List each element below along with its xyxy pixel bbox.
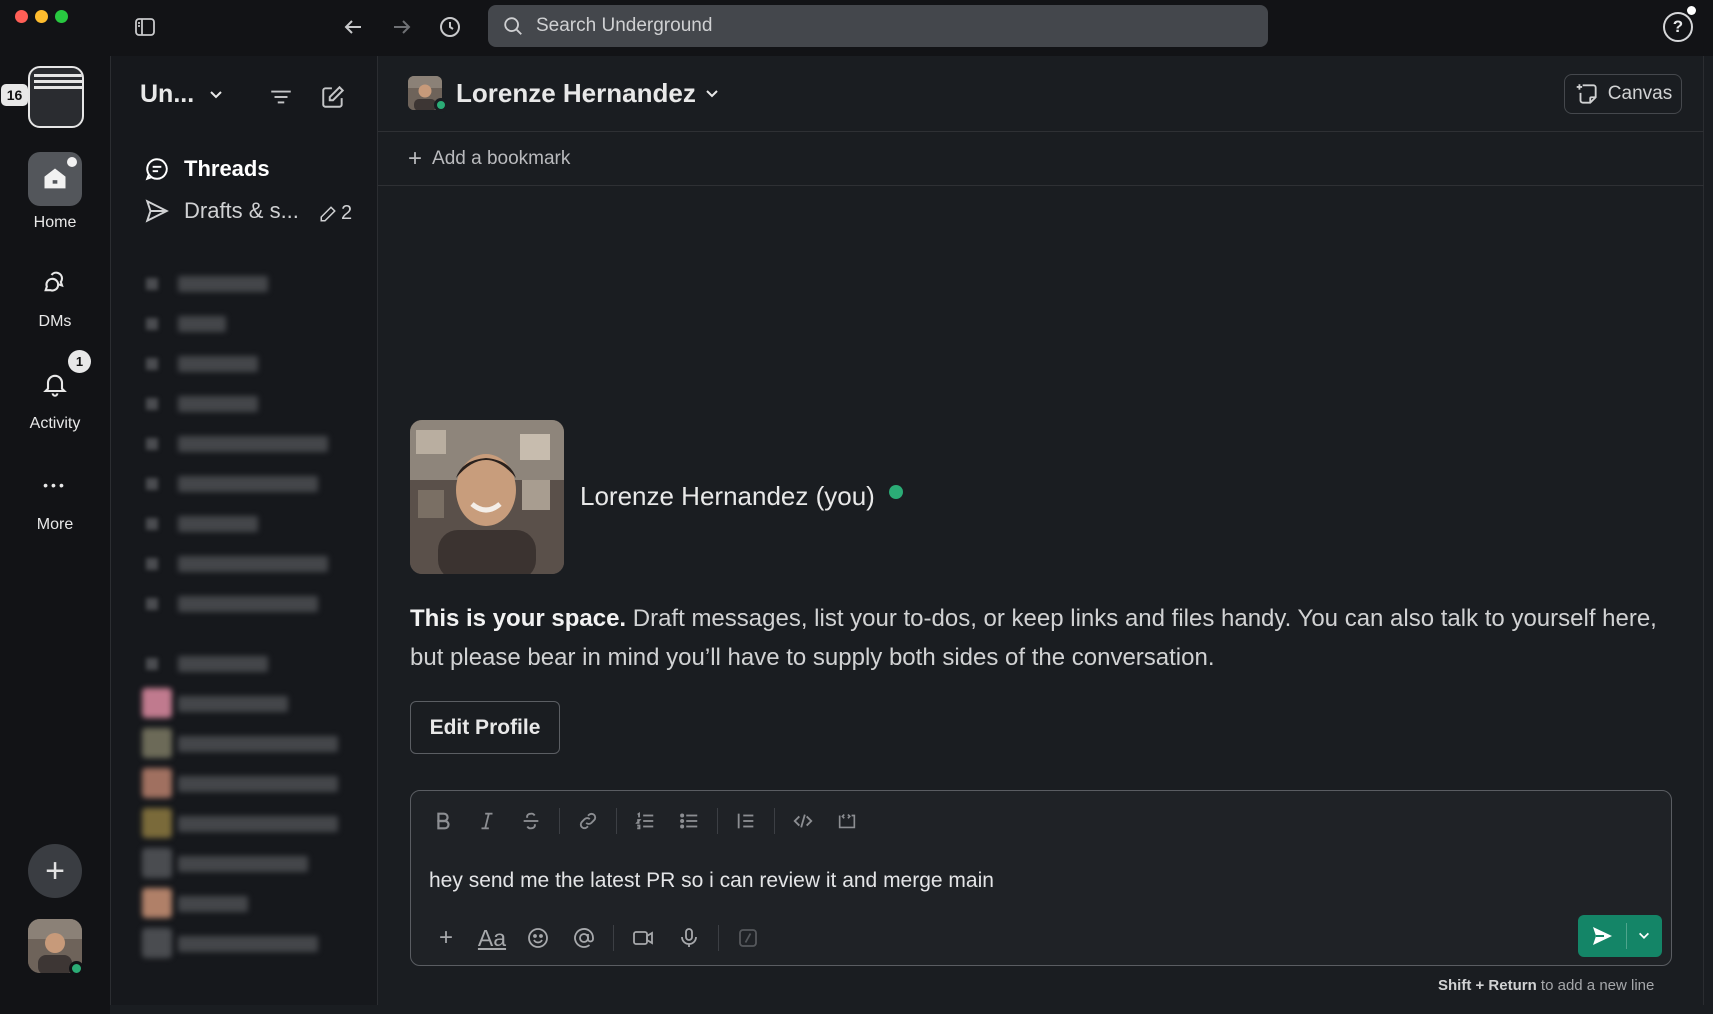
status-online-dot [888, 484, 903, 499]
window-minimize-button[interactable] [35, 10, 48, 23]
send-options-button[interactable] [1627, 915, 1661, 957]
edit-profile-button[interactable]: Edit Profile [410, 701, 560, 754]
channel-title-text: Lorenze Hernandez [456, 78, 696, 108]
rail-dms[interactable]: DMs [0, 255, 110, 331]
add-workspace-button[interactable]: + [28, 844, 82, 898]
strikethrough-icon[interactable] [509, 803, 553, 839]
chevron-down-icon [210, 90, 222, 98]
profile-photo[interactable] [410, 420, 564, 574]
send-button[interactable] [1578, 915, 1626, 957]
plus-icon: + [408, 144, 423, 172]
plus-icon: + [45, 851, 65, 890]
canvas-icon [1576, 84, 1597, 104]
microphone-icon[interactable] [666, 919, 712, 957]
message-input[interactable]: hey send me the latest PR so i can revie… [429, 869, 994, 893]
rail-more[interactable]: ••• More [0, 458, 110, 534]
add-bookmark-button[interactable]: + Add a bookmark [378, 132, 1704, 186]
channel-title[interactable]: Lorenze Hernandez [456, 78, 720, 109]
video-icon[interactable] [620, 919, 666, 957]
nav-threads[interactable]: Threads [144, 156, 270, 182]
arrow-left-icon[interactable] [338, 12, 368, 42]
history-icon[interactable] [435, 12, 465, 42]
window-close-button[interactable] [15, 10, 28, 23]
window-zoom-button[interactable] [55, 10, 68, 23]
message-composer[interactable]: hey send me the latest PR so i can revie… [410, 790, 1672, 966]
bullet-list-icon[interactable] [667, 803, 711, 839]
hint-keys: Shift + Return [1438, 977, 1537, 994]
code-block-icon[interactable] [825, 803, 869, 839]
search-bar[interactable]: Search Underground [488, 5, 1268, 47]
profile-name-text: Lorenze Hernandez (you) [580, 481, 875, 511]
formatting-glyph: Aa [477, 924, 507, 951]
arrow-right-icon[interactable] [387, 12, 417, 42]
channel-header: Lorenze Hernandez Canvas [378, 56, 1704, 132]
send-icon [145, 199, 169, 223]
help-glyph: ? [1672, 17, 1684, 36]
emoji-icon[interactable] [515, 919, 561, 957]
workspace-name-text: Un... [140, 80, 195, 108]
formatting-toggle-icon[interactable]: Aa [469, 919, 515, 957]
slash-command-icon[interactable] [725, 919, 771, 957]
canvas-button[interactable]: Canvas [1564, 74, 1682, 114]
pencil-icon [320, 205, 336, 221]
rail-home[interactable]: Home [0, 152, 110, 232]
composer-hint: Shift + Return to add a new line [1438, 977, 1654, 994]
ordered-list-icon[interactable] [623, 803, 667, 839]
search-icon [504, 17, 522, 35]
search-placeholder: Search Underground [536, 15, 713, 36]
activity-badge: 1 [68, 350, 91, 373]
bold-icon[interactable] [421, 803, 465, 839]
workspace-name[interactable]: Un... [140, 80, 224, 109]
help-icon[interactable]: ? [1663, 12, 1693, 42]
help-notification-dot [1687, 6, 1696, 15]
profile-name: Lorenze Hernandez (you) [580, 481, 903, 512]
nav-drafts-label: Drafts & s... [184, 198, 299, 223]
drafts-count: 2 [319, 202, 352, 225]
sidebar-toggle-icon[interactable] [130, 12, 160, 42]
compose-icon[interactable] [318, 82, 348, 112]
sidebar: Un... Threads Drafts & s... 2 [110, 56, 378, 1005]
channel-intro-text: This is your space. Draft messages, list… [410, 599, 1680, 677]
filter-icon[interactable] [266, 82, 296, 112]
status-online-dot [69, 961, 84, 976]
plus-icon[interactable]: + [423, 919, 469, 957]
workspace-unread-badge: 16 [1, 84, 28, 106]
dms-icon [28, 255, 82, 309]
rail-activity[interactable]: Activity [0, 357, 110, 433]
rail-more-label: More [36, 516, 74, 533]
link-icon[interactable] [566, 803, 610, 839]
rail-home-label: Home [33, 214, 77, 231]
code-icon[interactable] [781, 803, 825, 839]
channel-view: Lorenze Hernandez Canvas + Add a bookmar… [378, 56, 1704, 1005]
intro-lead: This is your space. [410, 605, 627, 632]
add-bookmark-label: Add a bookmark [432, 147, 571, 169]
mention-icon[interactable] [561, 919, 607, 957]
composer-actions: + Aa [423, 919, 771, 957]
send-button-group [1578, 915, 1662, 957]
chevron-down-icon [1639, 932, 1649, 939]
rail-activity-label: Activity [29, 415, 81, 432]
status-online-dot [434, 98, 448, 112]
more-icon: ••• [28, 458, 82, 512]
threads-icon [145, 158, 168, 181]
nav-threads-label: Threads [184, 156, 270, 181]
attach-glyph: + [438, 924, 453, 951]
send-icon [1593, 927, 1612, 945]
more-glyph: ••• [43, 477, 67, 493]
italic-icon[interactable] [465, 803, 509, 839]
drafts-count-value: 2 [341, 202, 353, 224]
hint-text: to add a new line [1536, 977, 1655, 994]
chevron-down-icon [706, 89, 718, 97]
formatting-toolbar [421, 803, 869, 839]
rail-dms-label: DMs [38, 313, 72, 330]
nav-drafts[interactable]: Drafts & s... [144, 198, 299, 224]
blockquote-icon[interactable] [724, 803, 768, 839]
title-bar: Search Underground ? [0, 0, 1713, 56]
workspace-logo[interactable] [28, 66, 84, 128]
home-unread-dot [67, 157, 77, 167]
canvas-button-label: Canvas [1607, 83, 1673, 104]
